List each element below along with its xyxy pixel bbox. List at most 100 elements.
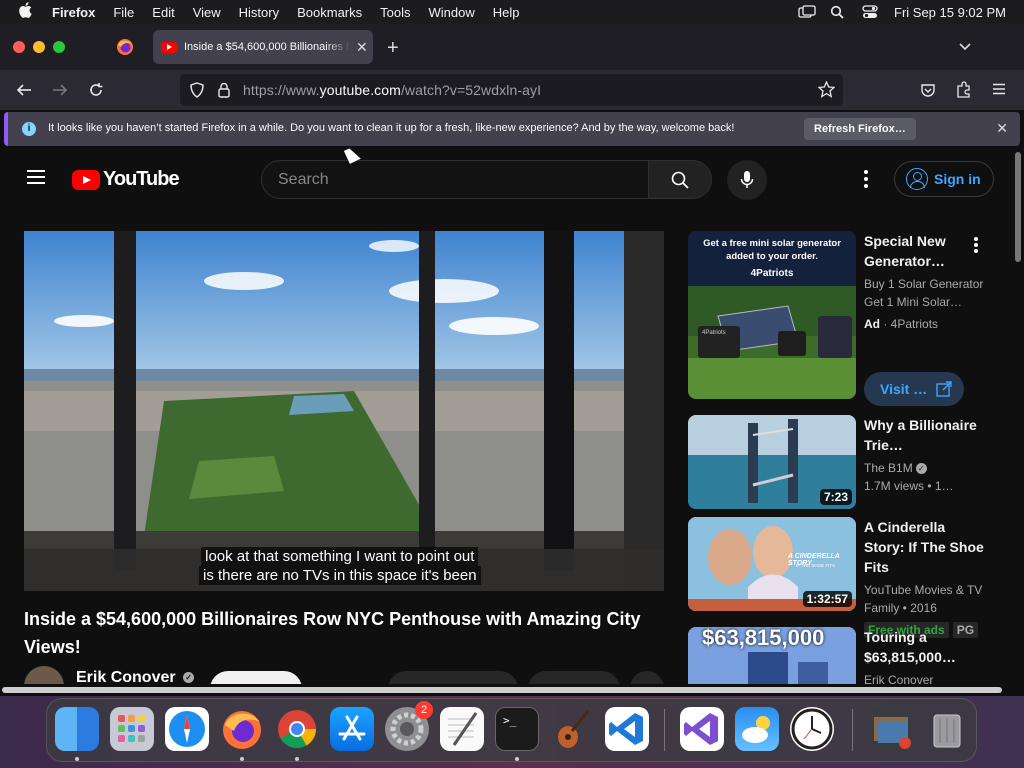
video-channel[interactable]: The B1M: [864, 461, 913, 475]
apple-menu-icon[interactable]: [18, 2, 38, 22]
sign-in-label: Sign in: [934, 171, 981, 187]
navigation-toolbar: https://www.youtube.com/watch?v=52wdxln-…: [0, 70, 1024, 110]
video-thumbnail[interactable]: 7:23: [688, 415, 856, 509]
pocket-icon[interactable]: [920, 82, 936, 98]
search-button[interactable]: [648, 160, 712, 199]
video-channel-line: The B1M ✓ 1.7M views • 1…: [864, 459, 984, 495]
trash-icon[interactable]: [925, 707, 969, 751]
list-all-tabs-chevron-down-icon[interactable]: [958, 40, 972, 54]
movie-duration: 1:32:57: [802, 591, 852, 607]
menu-window[interactable]: Window: [429, 5, 475, 20]
firefox-view-icon[interactable]: [116, 38, 134, 56]
url-host: youtube.com: [319, 82, 401, 98]
related-movie-card[interactable]: A CINDERELLA STORY IF THE SHOE FITS 1:32…: [688, 517, 988, 638]
lock-icon[interactable]: [218, 82, 230, 98]
ad-thumb-line-1: Get a free mini solar generator: [703, 238, 841, 249]
zoom-window-button[interactable]: [53, 41, 65, 53]
dock-separator: [664, 709, 665, 751]
url-bar[interactable]: https://www.youtube.com/watch?v=52wdxln-…: [180, 74, 843, 106]
menu-bookmarks[interactable]: Bookmarks: [297, 5, 362, 20]
vertical-scrollbar[interactable]: [1012, 150, 1024, 696]
visual-studio-icon[interactable]: [680, 707, 724, 751]
extensions-puzzle-icon[interactable]: [956, 81, 972, 99]
safari-icon[interactable]: [165, 707, 209, 751]
finder-icon[interactable]: [55, 707, 99, 751]
video-title-small[interactable]: Touring a $63,815,000…: [864, 627, 984, 667]
video-channel[interactable]: Erik Conover: [864, 671, 984, 684]
ad-thumbnail[interactable]: Get a free mini solar generator added to…: [688, 231, 856, 399]
downloads-stack-icon[interactable]: [870, 707, 914, 751]
settings-more-vertical-icon[interactable]: [864, 170, 868, 188]
channel-avatar[interactable]: [24, 666, 64, 686]
spotlight-search-icon[interactable]: [830, 5, 846, 19]
menu-tools[interactable]: Tools: [380, 5, 410, 20]
launchpad-icon[interactable]: [110, 707, 154, 751]
ad-thumbnail-text: Get a free mini solar generator added to…: [688, 237, 856, 280]
menubar-clock[interactable]: Fri Sep 15 9:02 PM: [894, 5, 1006, 20]
running-indicator: [75, 757, 79, 761]
tracking-protection-shield-icon[interactable]: [190, 82, 204, 98]
video-player[interactable]: look at that something I want to point o…: [24, 231, 664, 591]
ad-thumb-line-2: added to your order.: [726, 251, 818, 262]
menu-help[interactable]: Help: [493, 5, 520, 20]
search-input[interactable]: Search: [261, 160, 649, 199]
voice-search-button[interactable]: [727, 160, 767, 200]
firefox-dock-icon[interactable]: [220, 707, 264, 751]
chrome-icon[interactable]: [275, 707, 319, 751]
sign-in-button[interactable]: Sign in: [894, 161, 994, 197]
menu-history[interactable]: History: [239, 5, 279, 20]
horizontal-scrollbar[interactable]: [0, 684, 1012, 696]
guide-menu-hamburger-icon[interactable]: [27, 170, 45, 184]
forward-arrow-icon[interactable]: [52, 82, 68, 98]
tab-close-icon[interactable]: ✕: [356, 39, 368, 56]
vscode-icon[interactable]: [605, 707, 649, 751]
url-text[interactable]: https://www.youtube.com/watch?v=52wdxln-…: [243, 82, 541, 98]
textedit-icon[interactable]: [440, 707, 484, 751]
app-menu-hamburger-icon[interactable]: [992, 83, 1006, 95]
new-tab-plus-icon[interactable]: +: [387, 37, 399, 60]
back-arrow-icon[interactable]: [16, 82, 32, 98]
related-video-card[interactable]: $63,815,000 Touring a $63,815,000… Erik …: [688, 627, 988, 684]
weather-icon[interactable]: [735, 707, 779, 751]
menu-view[interactable]: View: [193, 5, 221, 20]
ad-thumb-brand: 4Patriots: [750, 268, 794, 279]
movie-channel[interactable]: YouTube Movies & TV: [864, 583, 982, 597]
youtube-logo[interactable]: YouTube: [72, 168, 180, 191]
close-window-button[interactable]: [13, 41, 25, 53]
menu-app-firefox[interactable]: Firefox: [52, 5, 95, 20]
ad-advertiser-line: Ad · 4Patriots: [864, 317, 939, 331]
control-center-icon[interactable]: [862, 5, 878, 19]
tab-strip: Inside a $54,600,000 Billionaires Row NY…: [0, 24, 1024, 70]
bookmark-star-icon[interactable]: [818, 81, 835, 98]
external-link-icon: [936, 381, 952, 397]
related-video-card[interactable]: 7:23 Why a Billionaire Trie… The B1M ✓ 1.7…: [688, 415, 988, 511]
video-meta: Why a Billionaire Trie… The B1M ✓ 1.7M vie…: [864, 415, 984, 495]
running-indicator: [515, 757, 519, 761]
movie-thumbnail[interactable]: A CINDERELLA STORY IF THE SHOE FITS 1:32…: [688, 517, 856, 611]
ad-more-vertical-icon[interactable]: [974, 237, 978, 253]
ad-title[interactable]: Special New Generator…: [864, 231, 984, 271]
minimize-window-button[interactable]: [33, 41, 45, 53]
vertical-scroll-thumb[interactable]: [1015, 152, 1021, 262]
screen-mirroring-icon[interactable]: [798, 5, 816, 19]
youtube-wordmark: YouTube: [103, 168, 180, 190]
clock-icon[interactable]: [790, 707, 834, 751]
tab-youtube[interactable]: Inside a $54,600,000 Billionaires Row NY…: [153, 30, 373, 64]
ad-card[interactable]: Get a free mini solar generator added to…: [688, 231, 988, 411]
terminal-icon[interactable]: >_: [495, 707, 539, 751]
menu-edit[interactable]: Edit: [152, 5, 174, 20]
movie-thumb-subtitle: IF THE SHOE FITS: [796, 563, 836, 568]
garageband-guitar-icon[interactable]: [550, 707, 594, 751]
notification-close-icon[interactable]: ✕: [996, 120, 1008, 137]
refresh-firefox-button[interactable]: Refresh Firefox…: [804, 118, 916, 140]
reload-icon[interactable]: [88, 82, 104, 98]
movie-title[interactable]: A Cinderella Story: If The Shoe Fits: [864, 517, 984, 577]
video-captions: look at that something I want to point o…: [199, 547, 481, 585]
video-title-small[interactable]: Why a Billionaire Trie…: [864, 415, 984, 455]
menu-file[interactable]: File: [113, 5, 134, 20]
horizontal-scroll-thumb[interactable]: [2, 687, 1002, 693]
app-store-icon[interactable]: [330, 707, 374, 751]
video-thumbnail[interactable]: $63,815,000: [688, 627, 856, 684]
url-prefix: https://www.: [243, 82, 320, 98]
visit-advertiser-button[interactable]: Visit …: [864, 372, 964, 406]
